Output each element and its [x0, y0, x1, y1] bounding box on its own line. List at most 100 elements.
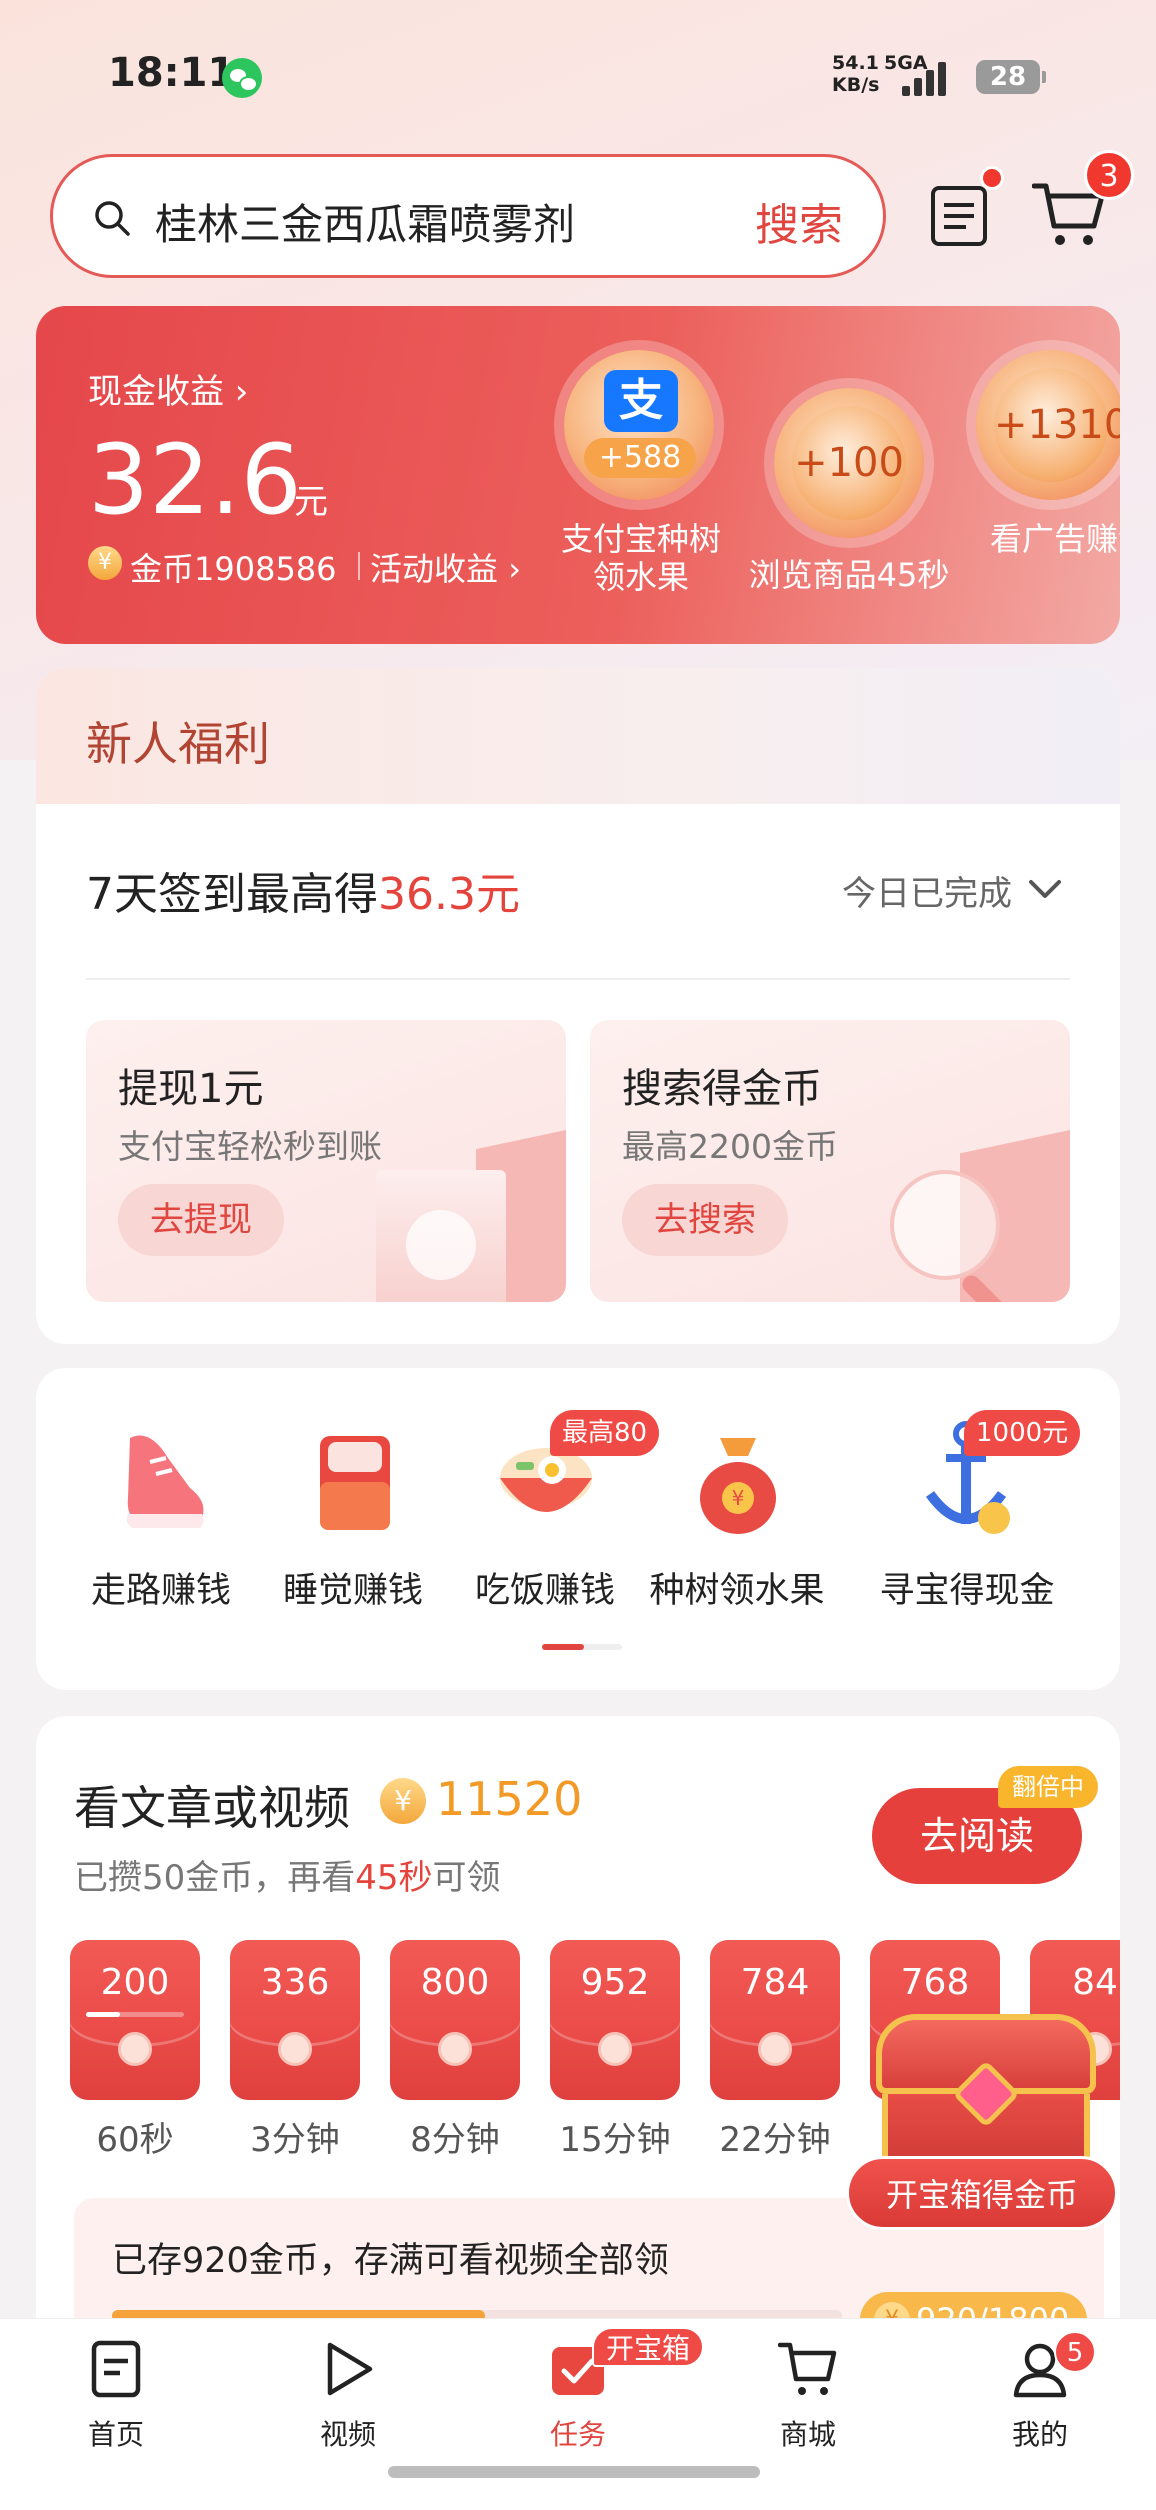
withdraw-button[interactable]: 去提现	[118, 1184, 284, 1256]
red-packet[interactable]: 200	[70, 1940, 200, 2100]
nav-badge: 5	[1054, 2331, 1096, 2373]
red-packet[interactable]: 800	[390, 1940, 520, 2100]
activity-label: 吃饭赚钱	[474, 1571, 615, 1611]
withdraw-title: 提现1元	[118, 1066, 264, 1112]
net-speed-value: 54.1	[832, 52, 879, 74]
wechat-icon	[222, 58, 262, 98]
open-chest-button[interactable]: 开宝箱得金币	[846, 2156, 1118, 2230]
nav-badge: 开宝箱	[592, 2327, 705, 2367]
browse-task[interactable]: +100	[774, 388, 924, 538]
red-packet-amount: 200	[100, 1962, 170, 2003]
read-subtitle: 已攒50金币，再看45秒可领	[74, 1858, 501, 1898]
activity-label: 睡觉赚钱	[282, 1571, 423, 1611]
read-coins: 11520	[436, 1772, 583, 1826]
double-badge: 翻倍中	[998, 1766, 1098, 1808]
red-packet-amount: 800	[420, 1962, 490, 2003]
cash-earnings-label[interactable]: 现金收益 ›	[88, 364, 248, 413]
red-packet-amount: 952	[580, 1962, 650, 2003]
status-time: 18:11	[108, 50, 236, 96]
ad-task[interactable]: +1310	[976, 350, 1120, 500]
nav-mall[interactable]: 商城	[728, 2331, 888, 2451]
red-packet-amount: 84	[1072, 1962, 1118, 2003]
search-icon	[95, 201, 130, 236]
magnifier-icon	[880, 1130, 1070, 1302]
activity-sleep[interactable]: 睡觉赚钱	[258, 1418, 448, 1648]
red-packet[interactable]: 784	[710, 1940, 840, 2100]
red-packet-time: 22分钟	[719, 2120, 831, 2160]
order-list-icon[interactable]	[930, 185, 988, 247]
cash-earnings-value: 32.6	[88, 424, 302, 536]
divider	[86, 978, 1070, 980]
search-input[interactable]: 桂林三金西瓜霜喷雾剂	[155, 191, 575, 252]
nav-video[interactable]: 视频	[268, 2331, 428, 2451]
net-speed: 54.1 KB/s	[832, 52, 879, 96]
task-amount: +1310	[994, 368, 1120, 482]
search-coins-subtitle: 最高2200金币	[622, 1127, 838, 1166]
red-packet-seal	[758, 2032, 792, 2066]
notification-dot	[980, 166, 1004, 190]
coin-icon: ¥	[88, 546, 122, 580]
red-packet-amount: 768	[900, 1962, 970, 2003]
task-label: 浏览商品45秒	[748, 556, 950, 594]
coin-icon: ¥	[380, 1778, 426, 1824]
red-packet[interactable]: 336	[230, 1940, 360, 2100]
search-coins-card[interactable]: 搜索得金币 最高2200金币 去搜索	[590, 1020, 1070, 1302]
task-label: 看广告赚金币	[990, 520, 1120, 558]
home-doc-icon	[91, 2340, 141, 2398]
nav-label: 首页	[87, 2418, 144, 2451]
search-bar[interactable]: 桂林三金西瓜霜喷雾剂 搜索	[50, 154, 886, 278]
withdraw-card[interactable]: 提现1元 支付宝轻松秒到账 去提现	[86, 1020, 566, 1302]
red-packet-seal	[118, 2032, 152, 2066]
chevron-down-icon[interactable]	[1028, 878, 1062, 900]
storage-text: 已存920金币，存满可看视频全部领	[112, 2241, 669, 2281]
task-label: 支付宝种树 领水果	[560, 520, 721, 596]
task-amount: +588	[584, 438, 696, 478]
activity-label: 种树领水果	[649, 1571, 825, 1611]
signin-headline: 7天签到最高得36.3元	[86, 869, 520, 920]
activity-earnings-link[interactable]: 活动收益 ›	[370, 544, 521, 590]
nav-label: 视频	[319, 2418, 376, 2451]
sneaker-icon	[126, 1435, 204, 1528]
read-title: 看文章或视频	[74, 1781, 350, 1835]
activity-label: 寻宝得现金	[879, 1571, 1055, 1611]
withdraw-subtitle: 支付宝轻松秒到账	[118, 1127, 382, 1166]
bed-icon	[320, 1436, 390, 1530]
coin-balance: 金币1908586	[130, 550, 337, 588]
red-packet-time: 15分钟	[559, 2120, 671, 2160]
activity-treasure[interactable]: 1000元 寻宝得现金	[872, 1410, 1081, 1648]
alipay-icon: 支	[604, 370, 678, 432]
red-packet-amount: 784	[740, 1962, 810, 2003]
home-indicator[interactable]	[388, 2466, 760, 2478]
activity-label: 走路赚钱	[90, 1571, 231, 1611]
battery-icon: 28	[976, 60, 1046, 94]
signin-status-toggle[interactable]: 今日已完成	[842, 866, 1012, 915]
nav-home[interactable]: 首页	[36, 2331, 196, 2451]
activity-walk[interactable]: 走路赚钱	[66, 1418, 256, 1648]
carousel-indicator	[542, 1644, 622, 1650]
play-icon	[327, 2342, 373, 2396]
divider	[358, 552, 360, 580]
search-coins-title: 搜索得金币	[622, 1066, 822, 1112]
activity-tree[interactable]: ¥ 种树领水果	[642, 1418, 832, 1648]
red-packet-seal	[438, 2032, 472, 2066]
nav-label: 商城	[779, 2418, 836, 2451]
activity-eat[interactable]: 最高80 吃饭赚钱	[450, 1410, 660, 1648]
money-bag-icon: ¥	[700, 1438, 776, 1534]
alipay-task[interactable]: 支 +588	[564, 350, 714, 500]
newbie-title: 新人福利	[86, 717, 270, 771]
bottom-nav: 首页 视频 任务 开宝箱 商城 我的 5	[0, 2318, 1156, 2510]
red-packet-time: 60秒	[96, 2120, 174, 2160]
nav-mine[interactable]: 我的	[960, 2331, 1120, 2451]
svg-text:¥: ¥	[732, 1486, 745, 1510]
red-packet-time: 3分钟	[250, 2120, 340, 2160]
nav-label: 我的	[1011, 2418, 1068, 2451]
cart-icon	[778, 2342, 837, 2395]
nav-label: 任务	[549, 2418, 606, 2451]
red-packet-amount: 336	[260, 1962, 330, 2003]
red-packet[interactable]: 952	[550, 1940, 680, 2100]
net-speed-unit: KB/s	[832, 74, 880, 96]
go-search-button[interactable]: 去搜索	[622, 1184, 788, 1256]
search-button[interactable]: 搜索	[755, 189, 843, 253]
earnings-card[interactable]: 现金收益 › 32.6 元 ¥ 金币1908586 活动收益 › 支 +588 …	[36, 306, 1120, 644]
red-packet-time: 8分钟	[410, 2120, 500, 2160]
